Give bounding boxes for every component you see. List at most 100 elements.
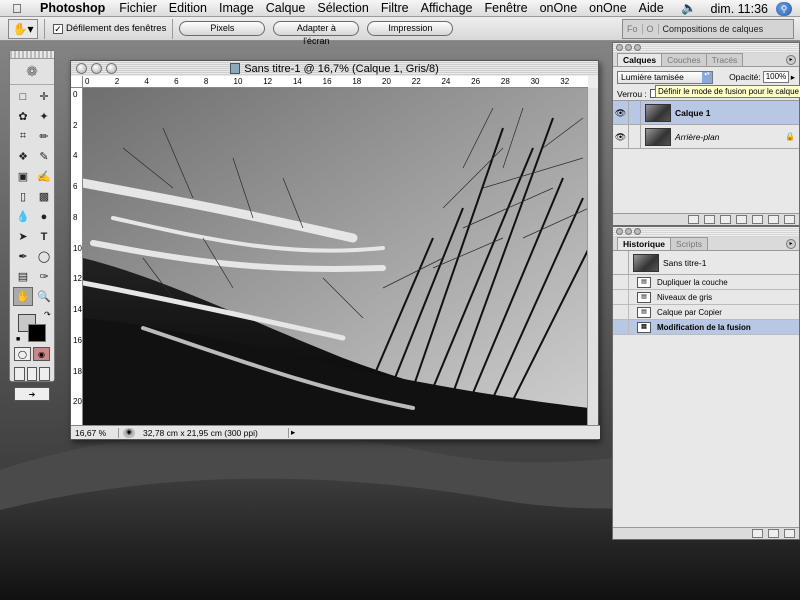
menu-image[interactable]: Image <box>213 1 260 15</box>
magic-wand-tool-icon[interactable]: ✦ <box>34 107 54 126</box>
trash-icon[interactable] <box>784 215 795 224</box>
scroll-all-windows-checkbox[interactable]: ✓ Défilement des fenêtres <box>53 23 166 34</box>
close-window-icon[interactable] <box>76 63 87 74</box>
slice-tool-icon[interactable]: ✏ <box>34 127 54 146</box>
vertical-ruler[interactable]: 0 2 4 6 8 10 12 14 16 18 20 <box>71 88 83 426</box>
apple-menu-icon[interactable]:  <box>0 1 34 16</box>
brush-tool-icon[interactable]: ✎ <box>34 147 54 166</box>
clone-stamp-tool-icon[interactable]: ▣ <box>13 167 33 186</box>
well-tab-fo[interactable]: Fo <box>623 24 643 34</box>
history-step[interactable]: ▤ Dupliquer la couche <box>613 274 799 290</box>
layer-row-calque-1[interactable]: 👁 Calque 1 <box>613 100 799 125</box>
menu-fichier[interactable]: Fichier <box>113 1 163 15</box>
fit-screen-button[interactable]: Adapter à l'écran <box>273 21 360 46</box>
history-brush-slot[interactable] <box>613 304 629 320</box>
history-brush-tool-icon[interactable]: ✍ <box>34 167 54 186</box>
dodge-tool-icon[interactable]: ● <box>34 207 54 226</box>
layer-row-arriere-plan[interactable]: 👁 Arrière-plan 🔒 <box>613 124 799 149</box>
move-tool-icon[interactable]: ✛ <box>34 87 54 106</box>
new-snapshot-icon[interactable] <box>768 529 779 538</box>
menu-filtre[interactable]: Filtre <box>375 1 415 15</box>
background-color-swatch[interactable] <box>28 324 46 342</box>
horizontal-ruler[interactable]: 0 2 4 6 8 10 12 14 16 18 20 22 24 26 28 30 32 <box>83 76 588 88</box>
screen-mode-full-icon[interactable] <box>39 367 51 381</box>
menu-edition[interactable]: Edition <box>163 1 213 15</box>
minimize-window-icon[interactable] <box>91 63 102 74</box>
history-palette-titlebar[interactable] <box>613 227 799 237</box>
eye-visibility-icon[interactable]: 👁 <box>613 124 629 149</box>
screen-mode-full-menu-icon[interactable] <box>26 367 38 381</box>
print-size-button[interactable]: Impression <box>367 21 454 36</box>
adobe-feather-icon[interactable]: ❁ <box>10 59 54 85</box>
volume-icon[interactable]: 🔈 <box>675 1 703 16</box>
eye-visibility-icon[interactable]: 👁 <box>613 100 629 125</box>
new-group-icon[interactable] <box>752 215 763 224</box>
menu-aide[interactable]: Aide <box>633 1 670 15</box>
marquee-tool-icon[interactable]: □ <box>13 87 33 106</box>
zoom-tool-icon[interactable]: 🔍 <box>34 287 54 306</box>
crop-tool-icon[interactable]: ⌗ <box>13 127 33 146</box>
image-canvas[interactable] <box>83 88 589 426</box>
vertical-scrollbar[interactable] <box>587 88 598 426</box>
layer-mask-icon[interactable] <box>720 215 731 224</box>
zoom-window-icon[interactable] <box>106 63 117 74</box>
history-brush-slot[interactable] <box>613 274 629 290</box>
history-brush-slot[interactable] <box>613 289 629 305</box>
hand-tool-preset-icon[interactable]: ✋▾ <box>8 18 38 39</box>
layer-style-icon[interactable] <box>704 215 715 224</box>
zoom-level-field[interactable]: 16,67 % <box>71 427 119 438</box>
default-colors-icon[interactable]: ■ <box>16 336 20 343</box>
screen-mode-standard-icon[interactable] <box>14 367 25 381</box>
well-tab-o[interactable]: O <box>643 24 659 34</box>
history-snapshot[interactable]: Sans titre-1 <box>613 250 799 275</box>
history-brush-slot[interactable] <box>613 319 629 335</box>
swap-colors-icon[interactable]: ↷ <box>44 310 51 319</box>
menu-affichage[interactable]: Affichage <box>415 1 479 15</box>
opacity-slider-arrow-icon[interactable]: ▸ <box>791 72 795 83</box>
menu-onone-1[interactable]: onOne <box>534 1 584 15</box>
opacity-field[interactable]: 100% <box>762 71 789 83</box>
jump-to-imageready-icon[interactable]: ➔ <box>14 387 50 401</box>
menu-fenetre[interactable]: Fenêtre <box>479 1 534 15</box>
blend-mode-select[interactable]: Lumière tamisée <box>617 70 713 84</box>
type-tool-icon[interactable]: T <box>34 227 54 246</box>
eraser-tool-icon[interactable]: ▯ <box>13 187 33 206</box>
new-layer-icon[interactable] <box>768 215 779 224</box>
notes-tool-icon[interactable]: ▤ <box>13 267 33 286</box>
ruler-origin[interactable] <box>71 76 83 88</box>
hand-tool-icon[interactable]: ✋ <box>13 287 33 306</box>
menu-onone-2[interactable]: onOne <box>583 1 633 15</box>
spotlight-icon[interactable]: ⚲ <box>776 1 792 16</box>
history-palette-menu-icon[interactable]: ▸ <box>786 239 796 249</box>
standard-mode-icon[interactable]: ◯ <box>14 347 31 361</box>
healing-brush-tool-icon[interactable]: ❖ <box>13 147 33 166</box>
eyedropper-tool-icon[interactable]: ✑ <box>34 267 54 286</box>
quick-mask-mode-icon[interactable]: ◉ <box>33 347 50 361</box>
tab-scripts[interactable]: Scripts <box>670 237 709 250</box>
status-menu-arrow-icon[interactable]: ▸ <box>289 427 299 438</box>
tab-couches[interactable]: Couches <box>661 53 707 66</box>
actual-pixels-button[interactable]: Pixels <box>179 21 266 36</box>
layer-link-slot[interactable] <box>629 100 641 125</box>
gradient-tool-icon[interactable]: ▩ <box>34 187 54 206</box>
history-brush-source-icon[interactable] <box>613 250 629 275</box>
layer-link-slot[interactable] <box>629 124 641 149</box>
status-info-icon[interactable]: ◉ <box>123 427 135 438</box>
lasso-tool-icon[interactable]: ✿ <box>13 107 33 126</box>
history-step-current[interactable]: ▤ Modification de la fusion <box>613 319 799 335</box>
blur-tool-icon[interactable]: 💧 <box>13 207 33 226</box>
well-tab-layer-comps[interactable]: Compositions de calques <box>659 24 768 34</box>
layers-palette-menu-icon[interactable]: ▸ <box>786 55 796 65</box>
trash-icon[interactable] <box>784 529 795 538</box>
tools-palette-titlebar[interactable] <box>10 51 54 59</box>
adjustment-layer-icon[interactable] <box>736 215 747 224</box>
tab-traces[interactable]: Tracés <box>705 53 744 66</box>
menu-clock[interactable]: dim. 11:36 <box>703 2 776 16</box>
menu-selection[interactable]: Sélection <box>311 1 374 15</box>
menu-calque[interactable]: Calque <box>260 1 312 15</box>
shape-tool-icon[interactable]: ◯ <box>34 247 54 266</box>
pen-tool-icon[interactable]: ✒ <box>13 247 33 266</box>
document-titlebar[interactable]: Sans titre-1 @ 16,7% (Calque 1, Gris/8) <box>71 61 598 76</box>
tab-historique[interactable]: Historique <box>617 237 672 250</box>
document-proxy-icon[interactable] <box>230 63 241 74</box>
